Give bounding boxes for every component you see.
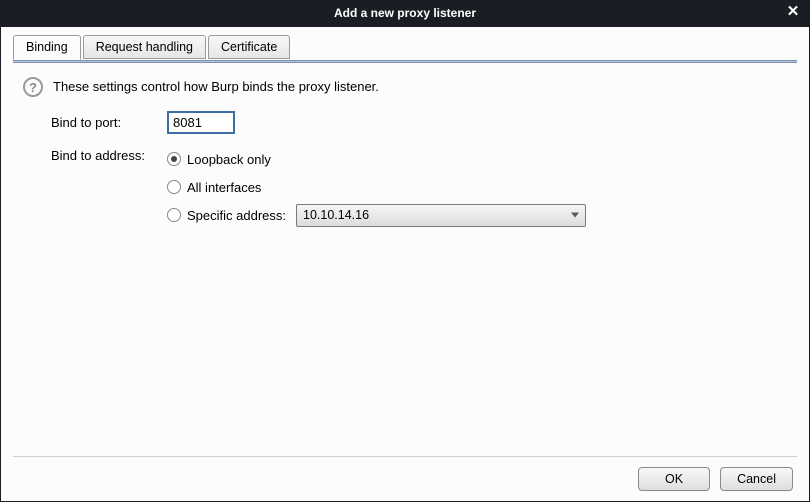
bind-address-label: Bind to address:	[51, 148, 167, 163]
close-icon[interactable]: ✕	[784, 3, 802, 21]
radio-loopback[interactable]	[167, 152, 181, 166]
radio-specific-address[interactable]	[167, 208, 181, 222]
ok-button-label: OK	[665, 472, 683, 486]
tab-binding-label: Binding	[26, 40, 68, 54]
cancel-button[interactable]: Cancel	[720, 467, 793, 491]
bind-port-input[interactable]	[167, 111, 235, 134]
tab-request-handling[interactable]: Request handling	[83, 35, 206, 59]
radio-specific-address-label: Specific address:	[187, 208, 286, 223]
specific-address-value: 10.10.14.16	[303, 208, 369, 222]
window-title: Add a new proxy listener	[334, 6, 476, 20]
tab-bar: Binding Request handling Certificate	[1, 27, 809, 59]
ok-button[interactable]: OK	[638, 467, 710, 491]
radio-all-interfaces[interactable]	[167, 180, 181, 194]
cancel-button-label: Cancel	[737, 472, 776, 486]
radio-all-interfaces-label: All interfaces	[187, 180, 261, 195]
description-text: These settings control how Burp binds th…	[53, 79, 379, 94]
titlebar: Add a new proxy listener ✕	[0, 0, 810, 26]
tab-certificate[interactable]: Certificate	[208, 35, 290, 59]
tab-request-handling-label: Request handling	[96, 40, 193, 54]
help-icon[interactable]: ?	[23, 77, 43, 97]
tab-certificate-label: Certificate	[221, 40, 277, 54]
tab-binding[interactable]: Binding	[13, 35, 81, 60]
chevron-down-icon	[571, 213, 579, 218]
radio-loopback-label: Loopback only	[187, 152, 271, 167]
specific-address-select[interactable]: 10.10.14.16	[296, 204, 586, 227]
bind-port-label: Bind to port:	[51, 115, 167, 130]
